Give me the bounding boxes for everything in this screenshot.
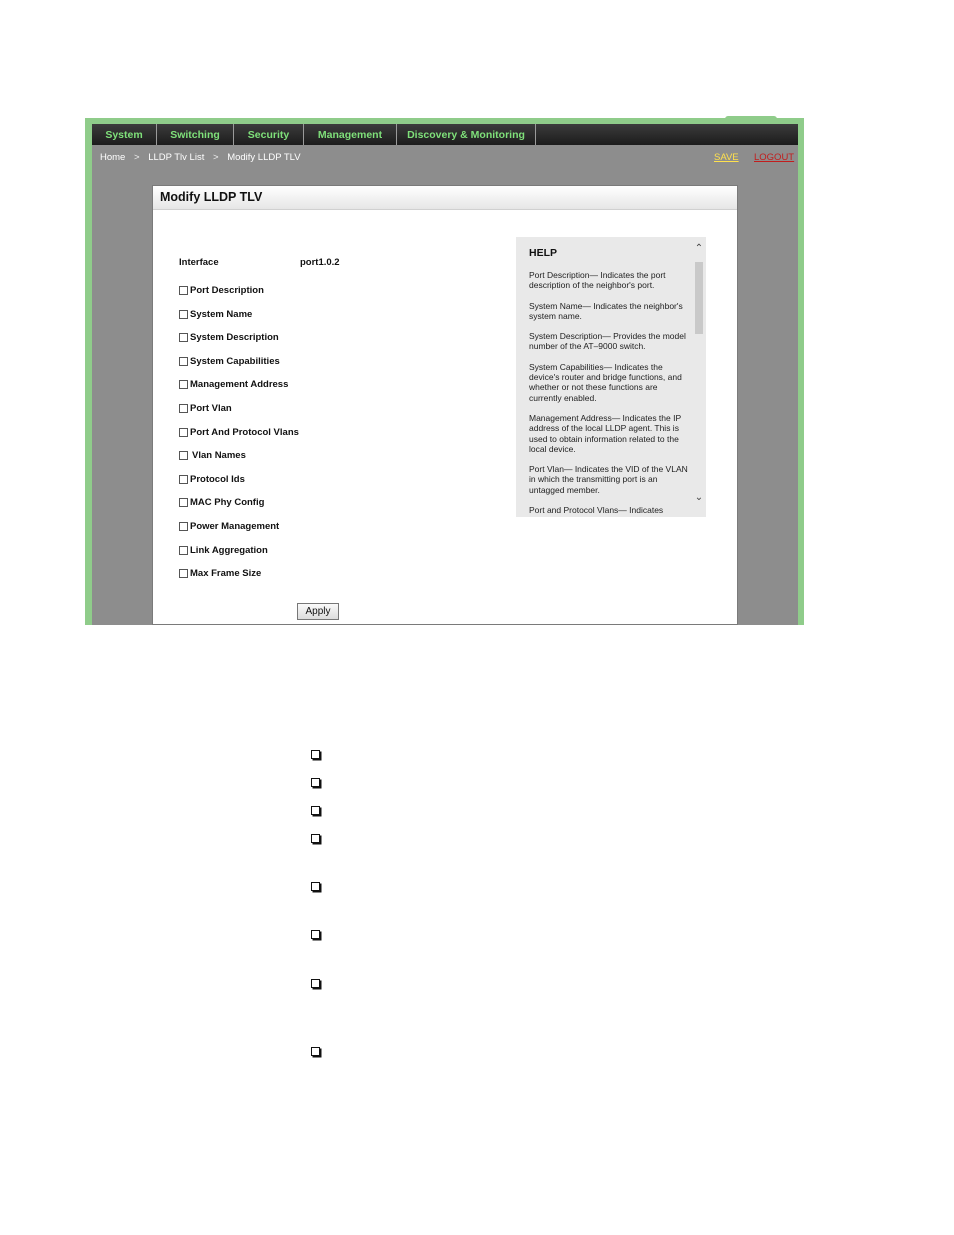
breadcrumb-current: Modify LLDP TLV <box>227 152 301 163</box>
tlv-row-vlan-names: Vlan Names <box>179 448 246 462</box>
tlv-row-system-capabilities: System Capabilities <box>179 354 280 368</box>
tlv-row-system-description: System Description <box>179 330 279 344</box>
checkbox-bullet-icon <box>311 1047 320 1056</box>
tlv-row-port-description: Port Description <box>179 283 264 297</box>
nav-security[interactable]: Security <box>234 124 304 145</box>
checkbox-bullet-icon <box>311 806 320 815</box>
help-paragraph: Port Description— Indicates the port des… <box>529 270 666 291</box>
breadcrumb-lldp-tlv-list[interactable]: LLDP Tlv List <box>148 152 204 163</box>
tlv-row-system-name: System Name <box>179 307 252 321</box>
tlv-row-management-address: Management Address <box>179 377 288 391</box>
tlv-row-link-aggregation: Link Aggregation <box>179 543 268 557</box>
tlv-label: Management Address <box>190 378 289 390</box>
nav-switching[interactable]: Switching <box>157 124 234 145</box>
system-name-checkbox[interactable] <box>179 309 188 319</box>
panel-title: Modify LLDP TLV <box>153 186 737 210</box>
max-frame-size-checkbox[interactable] <box>179 568 188 578</box>
port-vlan-checkbox[interactable] <box>179 403 188 413</box>
system-description-checkbox[interactable] <box>179 332 188 342</box>
help-paragraph: System Name— Indicates the neighbor's sy… <box>529 300 683 321</box>
help-box: HELP Port Description— Indicates the por… <box>516 237 706 517</box>
management-address-checkbox[interactable] <box>179 379 188 389</box>
tlv-label: Port And Protocol Vlans <box>190 426 299 438</box>
tlv-label: MAC Phy Config <box>190 496 265 508</box>
checkbox-bullet-icon <box>311 930 320 939</box>
tlv-label: Protocol Ids <box>190 473 245 485</box>
tlv-label: System Name <box>190 308 253 320</box>
tlv-row-mac-phy-config: MAC Phy Config <box>179 495 264 509</box>
checkbox-bullet-icon <box>311 882 320 891</box>
help-scrollbar[interactable]: ⌃ ⌄ <box>692 237 706 517</box>
checkbox-bullet-icon <box>311 778 320 787</box>
nav-discovery-monitoring[interactable]: Discovery & Monitoring <box>397 124 536 145</box>
checkbox-bullet-icon <box>311 979 320 988</box>
breadcrumb-separator: > <box>212 152 219 163</box>
link-aggregation-checkbox[interactable] <box>179 545 188 555</box>
help-paragraph: Port Vlan— Indicates the VID of the VLAN… <box>529 464 688 495</box>
help-paragraph: System Capabilities— Indicates the devic… <box>529 361 682 403</box>
save-link[interactable]: SAVE <box>714 152 739 163</box>
tlv-row-port-vlan: Port Vlan <box>179 401 232 415</box>
protocol-ids-checkbox[interactable] <box>179 474 188 484</box>
mac-phy-config-checkbox[interactable] <box>179 497 188 507</box>
top-nav-bar: System Switching Security Management Dis… <box>92 124 798 145</box>
interface-value: port1.0.2 <box>300 257 340 268</box>
vlan-names-checkbox[interactable] <box>179 450 188 460</box>
help-paragraph: Port and Protocol Vlans— Indicates wheth… <box>529 505 669 517</box>
scrollbar-thumb[interactable] <box>695 262 703 334</box>
tlv-row-power-management: Power Management <box>179 519 279 533</box>
nav-management[interactable]: Management <box>304 124 397 145</box>
help-paragraph: Management Address— Indicates the IP add… <box>529 412 681 454</box>
help-text: Port Description— Indicates the port des… <box>529 270 689 517</box>
tlv-row-protocol-ids: Protocol Ids <box>179 472 245 486</box>
checkbox-bullet-icon <box>311 750 320 759</box>
help-paragraph: System Description— Provides the model n… <box>529 331 686 352</box>
modify-lldp-tlv-panel: Modify LLDP TLV Interface port1.0.2 Port… <box>152 185 738 625</box>
help-title: HELP <box>529 247 558 259</box>
web-app: System Switching Security Management Dis… <box>92 124 798 625</box>
tlv-label: Link Aggregation <box>190 544 268 556</box>
tlv-row-port-and-protocol-vlans: Port And Protocol Vlans <box>179 425 299 439</box>
breadcrumb: Home > LLDP Tlv List > Modify LLDP TLV <box>100 152 307 163</box>
tlv-label: System Description <box>190 331 279 343</box>
logout-link[interactable]: LOGOUT <box>754 152 794 163</box>
tlv-label: System Capabilities <box>190 355 280 367</box>
breadcrumb-home[interactable]: Home <box>100 152 125 163</box>
tlv-label: Max Frame Size <box>190 567 262 579</box>
power-management-checkbox[interactable] <box>179 521 188 531</box>
port-description-checkbox[interactable] <box>179 285 188 295</box>
chevron-up-icon[interactable]: ⌃ <box>693 243 705 254</box>
tlv-label: Vlan Names <box>192 449 246 461</box>
chevron-down-icon[interactable]: ⌄ <box>693 492 705 503</box>
breadcrumb-separator: > <box>133 152 140 163</box>
checkbox-bullet-icon <box>311 834 320 843</box>
screenshot-frame: System Switching Security Management Dis… <box>85 118 804 625</box>
apply-button[interactable]: Apply <box>297 603 339 620</box>
port-and-protocol-vlans-checkbox[interactable] <box>179 427 188 437</box>
interface-label: Interface <box>179 257 219 268</box>
nav-system[interactable]: System <box>92 124 157 145</box>
tlv-label: Port Vlan <box>190 402 232 414</box>
tlv-label: Power Management <box>190 520 280 532</box>
tlv-label: Port Description <box>190 284 264 296</box>
system-capabilities-checkbox[interactable] <box>179 356 188 366</box>
tlv-row-max-frame-size: Max Frame Size <box>179 566 261 580</box>
